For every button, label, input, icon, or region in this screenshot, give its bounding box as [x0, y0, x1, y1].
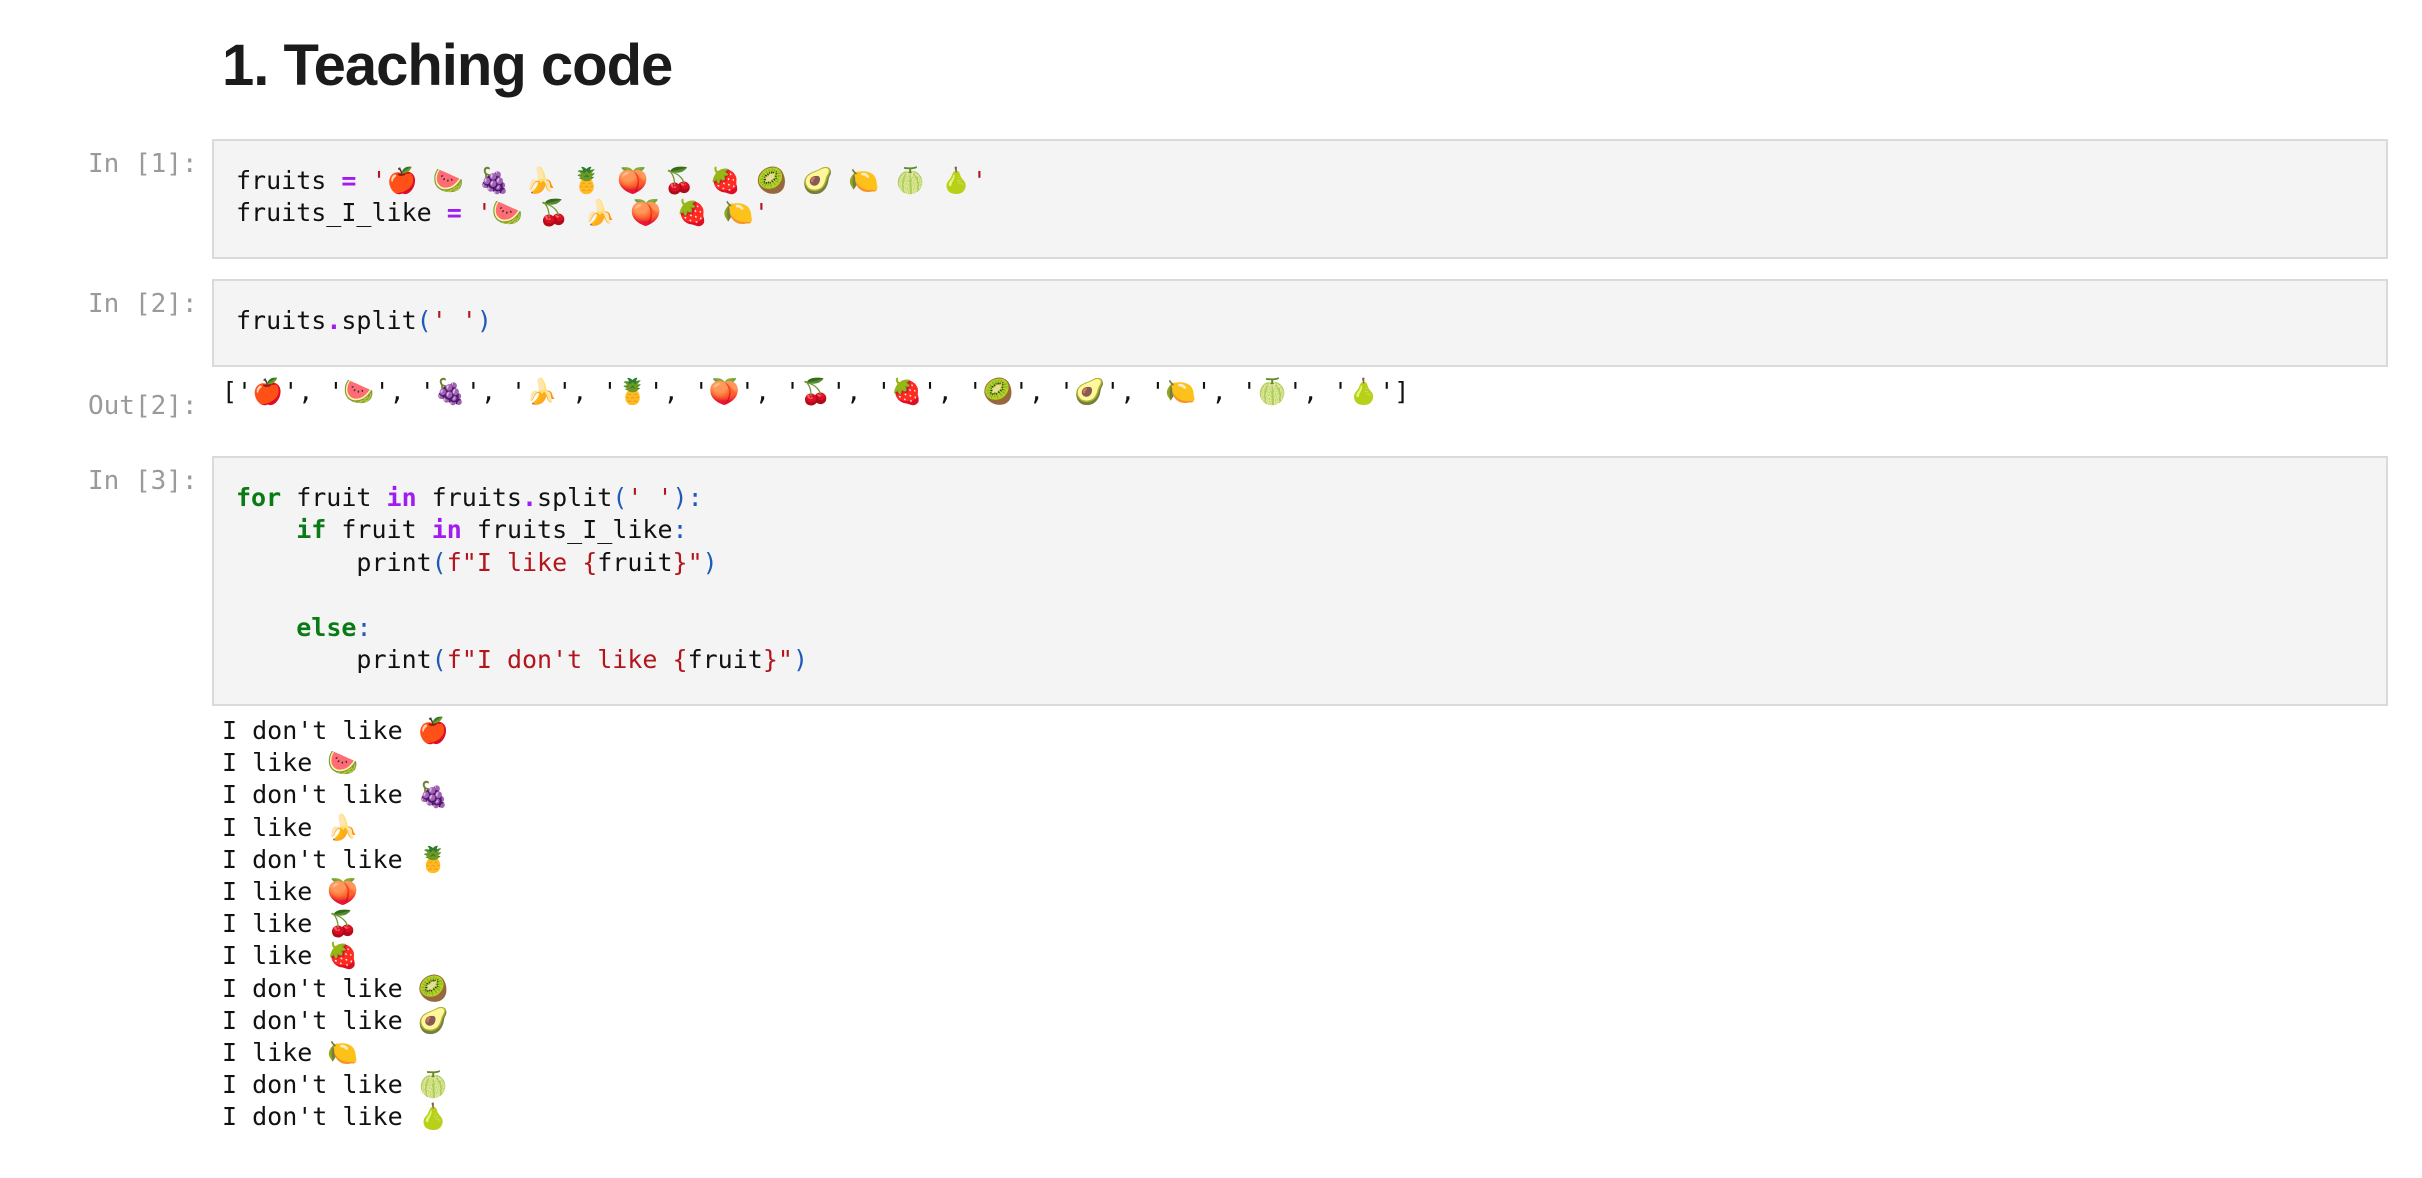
cell-output: ['🍎', '🍉', '🍇', '🍌', '🍍', '🍑', '🍒', '🍓',… — [222, 377, 1410, 406]
code-token: ) — [476, 306, 492, 335]
code-token: for — [236, 483, 282, 512]
code-token: f"I don't like { — [446, 644, 688, 674]
code-line: fruits = '🍎 🍉 🍇 🍌 🍍 🍑 🍒 🍓 🥝 🥑 🍋 🍈 🍐' — [236, 165, 987, 197]
code-line: else: — [236, 612, 808, 644]
output-line: I don't like 🍍 — [222, 844, 449, 874]
code-token: }" — [762, 644, 793, 674]
code-token: fruits_I_like — [236, 198, 447, 228]
output-line: I like 🍓 — [222, 941, 359, 971]
code-token: ( — [431, 644, 447, 674]
code-token: ' ' — [431, 306, 477, 335]
code-token: : — [356, 612, 372, 642]
code-token: in — [386, 483, 417, 512]
code-editor[interactable]: fruits.split(' ') — [212, 279, 2388, 367]
code-token: else — [296, 612, 357, 642]
code-token: = — [446, 198, 462, 228]
code-token: ) — [792, 644, 808, 674]
code-token: = — [341, 166, 357, 195]
code-token: ( — [416, 306, 432, 335]
code-token: '🍉 🍒 🍌 🍑 🍓 🍋' — [476, 198, 769, 228]
code-token: '🍎 🍉 🍇 🍌 🍍 🍑 🍒 🍓 🥝 🥑 🍋 🍈 🍐' — [371, 166, 987, 195]
code-token: print — [236, 644, 432, 674]
section-heading: 1. Teaching code — [222, 33, 673, 98]
code-token: fruit — [281, 483, 387, 512]
input-prompt: In [1]: — [88, 149, 198, 179]
output-line: I don't like 🍎 — [222, 716, 449, 745]
code-line: print(f"I like {fruit}") — [236, 547, 808, 579]
code-token: fruit — [326, 515, 432, 545]
code-token: fruit — [597, 547, 673, 577]
code-token: ( — [612, 483, 628, 512]
code-token: fruits — [416, 483, 522, 512]
code-line: for fruit in fruits.split(' '): — [236, 482, 808, 514]
output-line: I don't like 🥑 — [222, 1005, 449, 1035]
code-token: ' ' — [627, 483, 673, 512]
output-line: I don't like 🍇 — [222, 780, 449, 810]
output-line: I like 🍌 — [222, 812, 359, 842]
code-token: fruit — [687, 644, 763, 674]
code-token: ): — [672, 483, 703, 512]
code-token: . — [521, 483, 538, 512]
code-token: fruits — [236, 166, 342, 195]
code-lines: fruits = '🍎 🍉 🍇 🍌 🍍 🍑 🍒 🍓 🥝 🥑 🍋 🍈 🍐' frui… — [236, 165, 987, 230]
output-line: I like 🍋 — [222, 1037, 359, 1067]
code-token: f"I like { — [446, 547, 598, 577]
output-line: I like 🍑 — [222, 876, 359, 906]
code-line: if fruit in fruits_I_like: — [236, 514, 808, 546]
output-line: I like 🍒 — [222, 909, 359, 939]
cell-output: I don't like 🍎 I like 🍉 I don't like 🍇 I li… — [222, 715, 449, 1133]
code-token: . — [326, 306, 342, 335]
code-token: split — [537, 483, 613, 512]
input-prompt: In [3]: — [88, 466, 198, 496]
code-token: in — [431, 515, 462, 545]
code-token: ) — [702, 547, 718, 577]
code-editor[interactable]: fruits = '🍎 🍉 🍇 🍌 🍍 🍑 🍒 🍓 🥝 🥑 🍋 🍈 🍐' frui… — [212, 139, 2388, 259]
output-line: I don't like 🍐 — [222, 1102, 449, 1132]
code-line: fruits_I_like = '🍉 🍒 🍌 🍑 🍓 🍋' — [236, 197, 987, 229]
output-line: I like 🍉 — [222, 748, 359, 778]
output-line: I don't like 🥝 — [222, 973, 449, 1003]
code-token: fruits — [236, 306, 327, 335]
code-token: ( — [431, 547, 447, 577]
output-line: I don't like 🍈 — [222, 1070, 449, 1100]
code-token: if — [296, 515, 327, 545]
code-token: fruits_I_like — [461, 515, 673, 545]
code-line: print(f"I don't like {fruit}") — [236, 644, 808, 676]
code-editor[interactable]: for fruit in fruits.split(' '): if fruit… — [212, 456, 2388, 706]
code-lines: for fruit in fruits.split(' '): if fruit… — [236, 482, 808, 676]
code-lines: fruits.split(' ') — [236, 305, 492, 337]
code-token: print — [236, 547, 432, 577]
code-token: split — [341, 306, 417, 335]
input-prompt: In [2]: — [88, 289, 198, 319]
output-prompt: Out[2]: — [88, 391, 198, 421]
code-token: }" — [672, 547, 703, 577]
code-token: : — [672, 515, 688, 545]
code-line: fruits.split(' ') — [236, 305, 492, 337]
